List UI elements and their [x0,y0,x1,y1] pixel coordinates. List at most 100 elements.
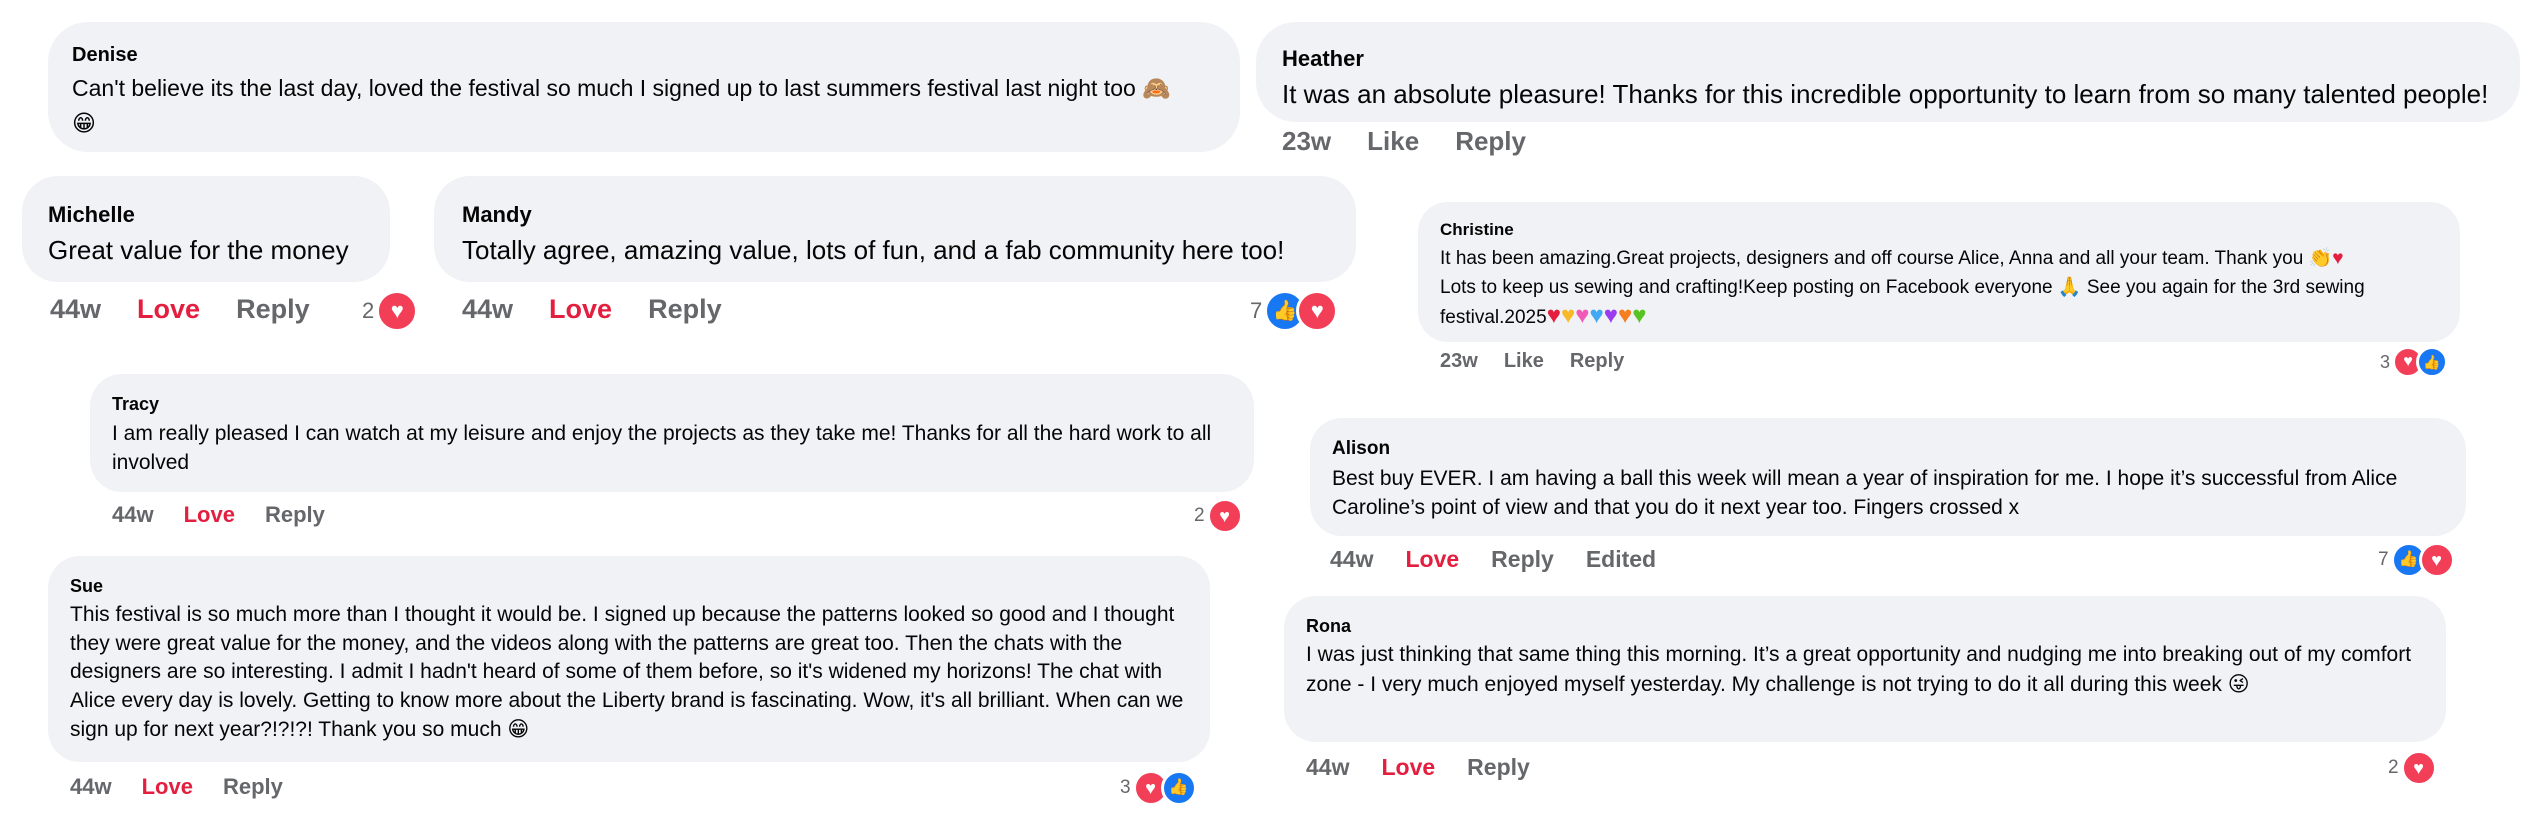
reaction-count: 7 [1250,298,1263,323]
comment-body: Best buy EVER. I am having a ball this w… [1332,467,2398,519]
timestamp[interactable]: 44w [50,294,101,325]
comment-bubble: Tracy I am really pleased I can watch at… [90,374,1254,492]
timestamp[interactable]: 44w [462,294,513,325]
love-button[interactable]: Love [142,774,193,800]
comment-author[interactable]: Alison [1332,438,2444,460]
comment-author[interactable]: Michelle [48,202,364,228]
comment-rona: Rona I was just thinking that same thing… [1284,596,2446,742]
reply-button[interactable]: Reply [223,774,283,800]
like-button[interactable]: Like [1367,126,1419,157]
comment-bubble: Christine It has been amazing.Great proj… [1418,202,2460,342]
reaction-summary[interactable]: 3 ♥ 👍 [1120,770,1197,806]
comment-body: This festival is so much more than I tho… [70,603,1184,741]
comment-actions: 44w Love Reply [112,502,325,528]
comment-actions: 44w Love Reply [50,294,310,325]
comment-actions: 44w Love Reply Edited [1330,546,1656,573]
love-button[interactable]: Love [1405,546,1459,573]
reaction-count: 3 [1120,777,1131,798]
heart-emoji-icon: ♥ [1546,302,1561,329]
comment-line-2b: See you again for the 3rd sewing [2086,277,2365,298]
heart-emoji-icon: ♥ [1632,302,1647,329]
reply-button[interactable]: Reply [1467,754,1530,781]
comment-text: I was just thinking that same thing this… [1306,641,2424,699]
comment-text: This festival is so much more than I tho… [70,601,1188,745]
comment-body: Can't believe its the last day, loved th… [72,75,1136,101]
like-button[interactable]: Like [1504,350,1544,373]
love-button[interactable]: Love [1381,754,1435,781]
reaction-summary[interactable]: 7 👍 ♥ [2378,542,2455,578]
comment-body: It was an absolute pleasure! Thanks for … [1282,79,2489,109]
reaction-count: 2 [362,298,375,323]
comment-bubble: Sue This festival is so much more than I… [48,556,1210,762]
reaction-count: 2 [2388,757,2399,778]
comment-author[interactable]: Tracy [112,394,1232,415]
comment-author[interactable]: Christine [1440,220,2438,240]
comment-line-3: festival.2025 [1440,307,1547,328]
comment-actions: 23w Like Reply [1282,126,1526,157]
comment-bubble: Alison Best buy EVER. I am having a ball… [1310,418,2466,536]
reaction-summary[interactable]: 3 ♥ 👍 [2380,346,2449,378]
reaction-count: 2 [1194,505,1205,526]
like-icon: 👍 [1160,770,1197,806]
heart-emoji-icon: ♥ [1560,302,1576,329]
reaction-summary[interactable]: 2 ♥ [2388,750,2437,786]
red-heart-icon: ♥ [2332,248,2344,269]
reply-button[interactable]: Reply [1455,126,1526,157]
folded-hands-icon: 🙏 [2057,276,2082,298]
reply-button[interactable]: Reply [1570,350,1624,373]
love-button[interactable]: Love [184,502,235,528]
reply-button[interactable]: Reply [236,294,310,325]
comment-body: I am really pleased I can watch at my le… [112,422,1212,474]
comment-actions: 44w Love Reply [1306,754,1530,781]
comment-bubble: Michelle Great value for the money [22,176,390,282]
reply-button[interactable]: Reply [1491,546,1554,573]
comment-body: Totally agree, amazing value, lots of fu… [462,235,1285,265]
timestamp[interactable]: 44w [70,774,112,800]
comment-author[interactable]: Heather [1282,46,2494,72]
heart-icon: ♥ [2400,750,2437,786]
love-button[interactable]: Love [137,294,200,325]
comment-author[interactable]: Sue [70,576,1188,597]
comment-bubble: Mandy Totally agree, amazing value, lots… [434,176,1356,282]
reaction-summary[interactable]: 2 ♥ [362,290,419,332]
comment-line-2a: Lots to keep us sewing and crafting!Keep… [1440,277,2053,298]
reaction-count: 3 [2380,351,2391,372]
see-no-evil-monkey-emoji: 🙈 [1142,76,1171,102]
reaction-count: 7 [2378,549,2389,570]
comment-mandy: Mandy Totally agree, amazing value, lots… [434,176,1356,282]
timestamp[interactable]: 23w [1440,350,1478,373]
timestamp[interactable]: 44w [112,502,154,528]
heart-icon: ♥ [2418,542,2455,578]
comment-actions: 44w Love Reply [70,774,283,800]
comment-michelle: Michelle Great value for the money [22,176,390,282]
comment-actions: 23w Like Reply [1440,350,1624,373]
comment-bubble: Rona I was just thinking that same thing… [1284,596,2446,742]
reaction-summary[interactable]: 7 👍 ♥ [1250,290,1339,332]
colored-hearts: ♥♥♥♥♥♥♥ [1547,302,1647,329]
comment-actions: 44w Love Reply [462,294,722,325]
grimacing-face-emoji: 😁 [507,717,530,741]
edited-label: Edited [1585,546,1657,572]
love-button[interactable]: Love [549,294,612,325]
timestamp[interactable]: 23w [1282,126,1331,157]
heart-emoji-icon: ♥ [1589,302,1604,329]
heart-icon: ♥ [376,290,419,332]
comment-bubble: Heather It was an absolute pleasure! Tha… [1256,22,2520,122]
grinning-face-emoji: 😁 [72,111,96,137]
comment-bubble: Denise Can't believe its the last day, l… [48,22,1240,152]
comment-heather: Heather It was an absolute pleasure! Tha… [1256,22,2520,122]
timestamp[interactable]: 44w [1330,546,1373,573]
comment-body: Great value for the money [48,235,349,265]
comment-alison: Alison Best buy EVER. I am having a ball… [1310,418,2466,536]
reply-button[interactable]: Reply [265,502,325,528]
like-icon: 👍 [2416,346,2449,378]
comment-author[interactable]: Denise [72,44,1216,67]
reaction-summary[interactable]: 2 ♥ [1194,498,1243,534]
reply-button[interactable]: Reply [648,294,722,325]
timestamp[interactable]: 44w [1306,754,1349,781]
winking-tongue-face-emoji: 😜 [2227,671,2250,696]
heart-emoji-icon: ♥ [1575,302,1590,329]
comment-text: It has been amazing.Great projects, desi… [1440,244,2438,332]
comment-author[interactable]: Rona [1306,616,2424,637]
comment-author[interactable]: Mandy [462,202,1328,228]
